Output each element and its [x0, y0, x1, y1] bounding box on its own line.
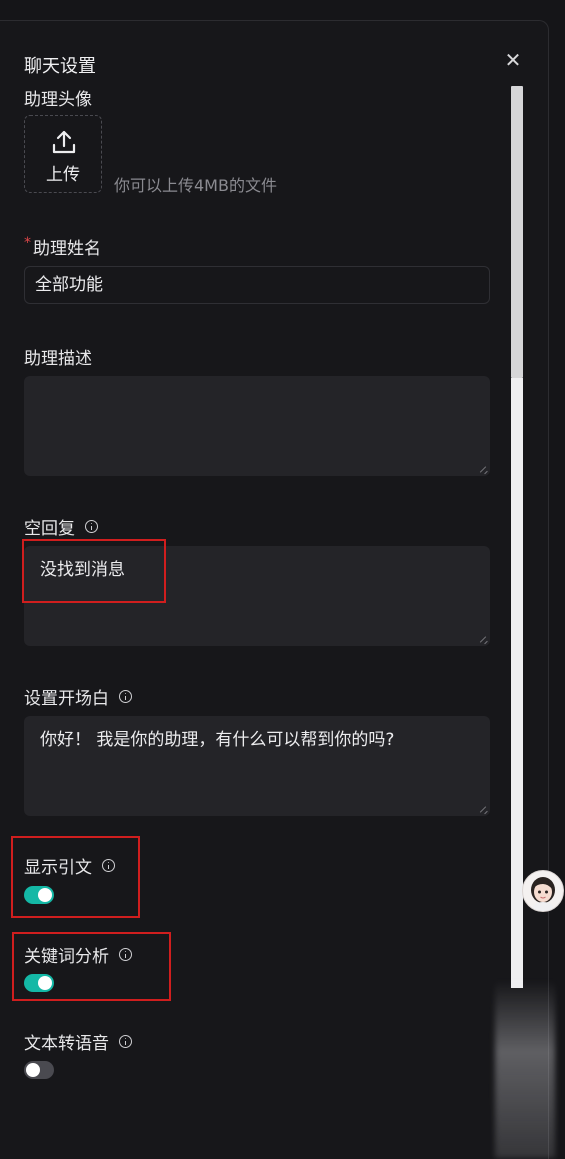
avatar-icon [531, 877, 555, 911]
assistant-description-label: 助理描述 [24, 344, 92, 369]
assistant-avatar-label-text: 助理头像 [24, 90, 92, 110]
empty-reply-label: 空回复 [24, 514, 98, 539]
text-to-speech-toggle[interactable] [24, 1061, 54, 1079]
light-glow-decoration [495, 980, 555, 1158]
assistant-name-label-text: 助理姓名 [33, 239, 101, 259]
toggle-knob [38, 888, 52, 902]
toggle-knob [38, 976, 52, 990]
resize-grip-icon[interactable] [479, 805, 488, 814]
text-to-speech-label-text: 文本转语音 [24, 1034, 109, 1054]
info-icon[interactable] [102, 859, 115, 872]
required-mark: * [24, 234, 31, 251]
assistant-name-input[interactable]: 全部功能 [24, 266, 490, 304]
keyword-analysis-label: 关键词分析 [24, 942, 132, 967]
empty-reply-value: 没找到消息 [40, 560, 125, 580]
info-icon[interactable] [119, 690, 132, 703]
show-citation-label: 显示引文 [24, 853, 115, 878]
assistant-avatar-label: 助理头像 [24, 85, 92, 110]
resize-grip-icon[interactable] [479, 635, 488, 644]
info-icon[interactable] [119, 948, 132, 961]
opener-label: 设置开场白 [24, 684, 132, 709]
empty-reply-label-text: 空回复 [24, 519, 75, 539]
info-icon[interactable] [119, 1035, 132, 1048]
dialog-title: 聊天设置 [24, 56, 96, 77]
avatar-upload-button[interactable]: 上传 [24, 115, 102, 193]
opener-value: 你好！ 我是你的助理，有什么可以帮到你的吗? [40, 730, 395, 750]
assistant-name-label: * 助理姓名 [24, 234, 101, 260]
upload-hint: 你可以上传4MB的文件 [114, 176, 277, 195]
resize-grip-icon[interactable] [479, 465, 488, 474]
upload-icon [52, 130, 76, 154]
assistant-description-label-text: 助理描述 [24, 349, 92, 369]
text-to-speech-label: 文本转语音 [24, 1029, 132, 1054]
toggle-knob [26, 1063, 40, 1077]
scrollbar-thumb[interactable] [511, 86, 523, 378]
scrollbar-thumb-lower[interactable] [511, 378, 523, 988]
info-icon[interactable] [85, 520, 98, 533]
close-icon[interactable]: ✕ [504, 50, 522, 70]
opener-textarea[interactable]: 你好！ 我是你的助理，有什么可以帮到你的吗? [24, 716, 490, 816]
show-citation-toggle[interactable] [24, 886, 54, 904]
keyword-analysis-toggle[interactable] [24, 974, 54, 992]
assistant-description-textarea[interactable] [24, 376, 490, 476]
assistant-avatar-float-button[interactable] [522, 870, 564, 912]
keyword-analysis-label-text: 关键词分析 [24, 947, 109, 967]
upload-label: 上传 [46, 165, 80, 185]
empty-reply-textarea[interactable]: 没找到消息 [24, 546, 490, 646]
opener-label-text: 设置开场白 [24, 689, 109, 709]
show-citation-label-text: 显示引文 [24, 858, 92, 878]
